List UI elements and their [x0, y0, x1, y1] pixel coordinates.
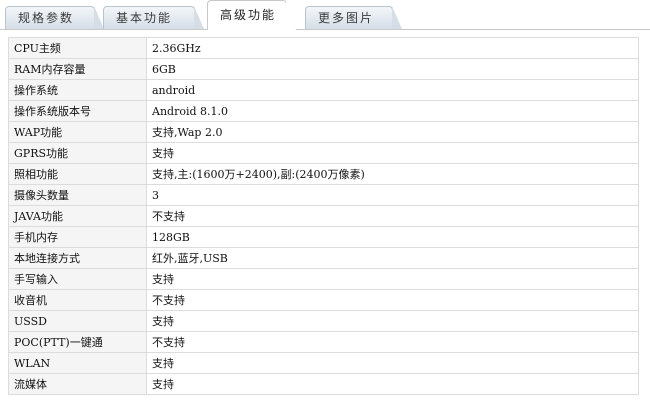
- spec-label: USSD: [8, 310, 147, 332]
- table-row: POC(PTT)一键通 不支持: [8, 331, 639, 353]
- spec-value: 不支持: [146, 289, 639, 311]
- table-row: 流媒体 支持: [8, 373, 639, 395]
- table-row: 照相功能 支持,主:(1600万+2400),副:(2400万像素): [8, 163, 639, 185]
- spec-value: 128GB: [146, 226, 639, 248]
- spec-value: 支持: [146, 310, 639, 332]
- spec-value: Android 8.1.0: [146, 100, 639, 122]
- spec-label: CPU主频: [8, 37, 147, 59]
- spec-value: 支持: [146, 373, 639, 395]
- spec-value: 支持: [146, 268, 639, 290]
- spec-value: 红外,蓝牙,USB: [146, 247, 639, 269]
- table-row: RAM内存容量 6GB: [8, 58, 639, 80]
- table-row: 操作系统 android: [8, 79, 639, 101]
- spec-label: 本地连接方式: [8, 247, 147, 269]
- table-row: 操作系统版本号 Android 8.1.0: [8, 100, 639, 122]
- tab-advanced-features[interactable]: 高级功能: [207, 0, 296, 30]
- spec-label: RAM内存容量: [8, 58, 147, 80]
- table-row: WLAN 支持: [8, 352, 639, 374]
- spec-value: 支持: [146, 142, 639, 164]
- spec-value: 支持: [146, 352, 639, 374]
- spec-label: 手机内存: [8, 226, 147, 248]
- spec-label: 操作系统版本号: [8, 100, 147, 122]
- spec-label: 收音机: [8, 289, 147, 311]
- spec-label: WAP功能: [8, 121, 147, 143]
- spec-label: 摄像头数量: [8, 184, 147, 206]
- spec-label: 流媒体: [8, 373, 147, 395]
- table-row: WAP功能 支持,Wap 2.0: [8, 121, 639, 143]
- spec-label: WLAN: [8, 352, 147, 374]
- spec-value: android: [146, 79, 639, 101]
- spec-value: 支持,主:(1600万+2400),副:(2400万像素): [146, 163, 639, 185]
- tab-more-pictures[interactable]: 更多图片: [305, 6, 402, 29]
- spec-value: 6GB: [146, 58, 639, 80]
- table-row: GPRS功能 支持: [8, 142, 639, 164]
- spec-label: 操作系统: [8, 79, 147, 101]
- spec-label: 手写输入: [8, 268, 147, 290]
- spec-label: 照相功能: [8, 163, 147, 185]
- spec-value: 支持,Wap 2.0: [146, 121, 639, 143]
- table-row: CPU主频 2.36GHz: [8, 37, 639, 59]
- spec-value: 2.36GHz: [146, 37, 639, 59]
- tab-bar: 规格参数 基本功能 高级功能 更多图片: [0, 0, 650, 30]
- table-row: 摄像头数量 3: [8, 184, 639, 206]
- table-row: 手写输入 支持: [8, 268, 639, 290]
- spec-value: 不支持: [146, 205, 639, 227]
- spec-label: JAVA功能: [8, 205, 147, 227]
- spec-value: 不支持: [146, 331, 639, 353]
- spec-label: POC(PTT)一键通: [8, 331, 147, 353]
- spec-table: CPU主频 2.36GHz RAM内存容量 6GB 操作系统 android 操作系统…: [8, 37, 639, 395]
- table-row: JAVA功能 不支持: [8, 205, 639, 227]
- table-row: 本地连接方式 红外,蓝牙,USB: [8, 247, 639, 269]
- tab-bar-divider: [0, 29, 650, 30]
- table-row: 收音机 不支持: [8, 289, 639, 311]
- spec-page: 规格参数 基本功能 高级功能 更多图片 CPU主频 2.36GHz RAM内存容量…: [0, 0, 650, 415]
- spec-label: GPRS功能: [8, 142, 147, 164]
- table-row: 手机内存 128GB: [8, 226, 639, 248]
- tab-specs[interactable]: 规格参数: [5, 6, 104, 29]
- table-row: USSD 支持: [8, 310, 639, 332]
- spec-value: 3: [146, 184, 639, 206]
- tab-basic-features[interactable]: 基本功能: [103, 6, 204, 29]
